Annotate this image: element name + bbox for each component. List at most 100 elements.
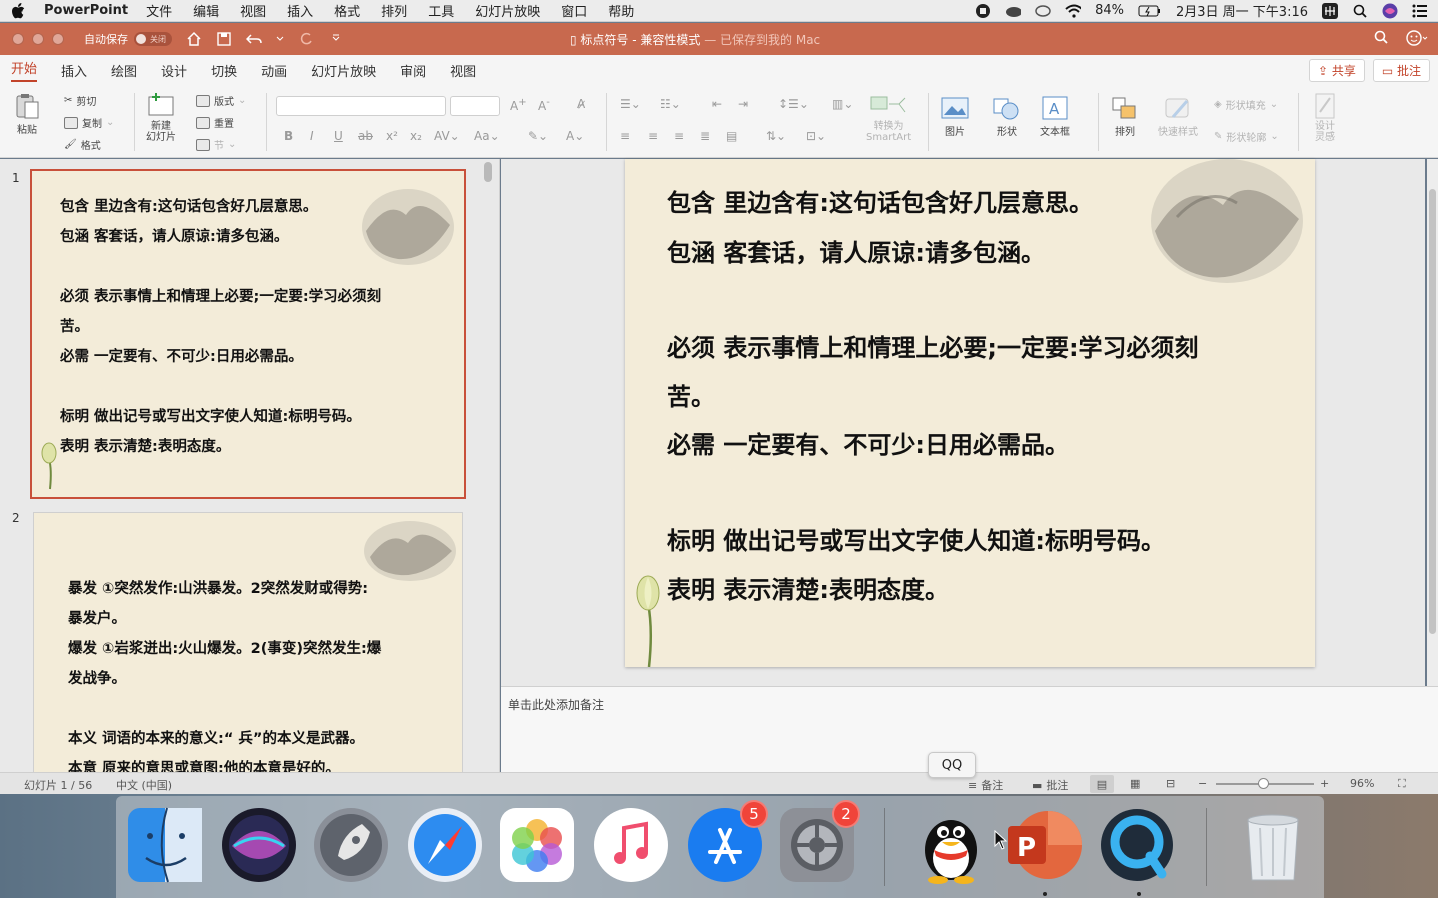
arrange-button[interactable]: 排列: [1110, 93, 1140, 138]
save-icon[interactable]: [216, 31, 232, 47]
line-spacing-icon[interactable]: ↕☰⌄: [778, 97, 809, 111]
convert-smartart-button[interactable]: 转换为 SmartArt: [866, 93, 911, 143]
thumbnail-scrollbar[interactable]: [484, 162, 492, 182]
decrease-indent-icon[interactable]: ⇤: [712, 97, 722, 111]
share-button[interactable]: ⇪ 共享: [1308, 58, 1365, 82]
trash-icon[interactable]: [1234, 806, 1312, 884]
qq-penguin-icon[interactable]: [912, 806, 990, 884]
tab-home[interactable]: 开始: [11, 58, 38, 82]
cloud-icon[interactable]: [1005, 3, 1022, 19]
undo-icon[interactable]: [246, 31, 262, 47]
menu-insert[interactable]: 插入: [287, 1, 313, 20]
menu-window[interactable]: 窗口: [561, 1, 587, 20]
font-size-select[interactable]: [450, 96, 500, 116]
slide-text-line[interactable]: 必须 表示事情上和情理上必要;一定要:学习必须刻: [667, 328, 1199, 363]
reset-button[interactable]: 重置: [196, 115, 234, 130]
notes-placeholder[interactable]: 单击此处添加备注: [508, 696, 604, 713]
columns-icon[interactable]: ▥⌄: [832, 97, 853, 111]
notes-toggle-button[interactable]: ≡ 备注: [968, 777, 1003, 793]
picture-button[interactable]: 图片: [940, 93, 970, 138]
menu-view[interactable]: 视图: [240, 1, 266, 20]
slide-text-line[interactable]: 表明 表示清楚:表明态度。: [667, 570, 949, 605]
numbering-icon[interactable]: ☷⌄: [660, 97, 681, 111]
quick-styles-button[interactable]: 快速样式: [1158, 93, 1198, 138]
justify-icon[interactable]: ≣: [700, 129, 710, 143]
highlight-icon[interactable]: ✎⌄: [528, 129, 548, 143]
launchpad-icon[interactable]: [312, 806, 390, 884]
tab-insert[interactable]: 插入: [61, 61, 87, 80]
slide-text-line[interactable]: 包含 里边含有:这句话包含好几层意思。: [667, 183, 1093, 218]
menu-arrange[interactable]: 排列: [381, 1, 407, 20]
character-spacing-icon[interactable]: AV⌄: [434, 129, 460, 143]
comments-button[interactable]: ▭ 批注: [1372, 58, 1430, 82]
slide-thumbnail-2[interactable]: 暴发 ①突然发作:山洪暴发。2突然发财或得势: 暴发户。 爆发 ①岩浆迸出:火山…: [33, 512, 463, 772]
slide-sorter-view-button[interactable]: ▦: [1130, 777, 1140, 790]
normal-view-button[interactable]: ▤: [1090, 775, 1114, 793]
align-center-icon[interactable]: ≡: [648, 129, 658, 143]
autosave-toggle[interactable]: 关闭: [134, 32, 172, 46]
clear-format-icon[interactable]: A̷: [577, 97, 585, 111]
decrease-font-icon[interactable]: A-: [538, 97, 550, 113]
language-indicator[interactable]: 中文 (中国): [116, 777, 172, 793]
zoom-slider-knob[interactable]: [1258, 778, 1269, 789]
slide-text-line[interactable]: 标明 做出记号或写出文字使人知道:标明号码。: [667, 521, 1165, 556]
photos-icon[interactable]: [498, 806, 576, 884]
align-left-icon[interactable]: ≡: [620, 129, 630, 143]
section-button[interactable]: 节 ⌄: [196, 137, 236, 152]
siri-icon[interactable]: [1382, 3, 1398, 19]
fit-to-window-icon[interactable]: ⛶: [1398, 777, 1406, 791]
tab-draw[interactable]: 绘图: [111, 61, 137, 80]
editor-scrollbar[interactable]: [1427, 159, 1438, 686]
align-text-icon[interactable]: ⊡⌄: [806, 129, 826, 143]
zoom-in-button[interactable]: +: [1320, 777, 1329, 790]
siri-icon[interactable]: [220, 806, 298, 884]
comments-toggle-button[interactable]: ▬ 批注: [1032, 777, 1068, 793]
input-method-icon[interactable]: [1322, 2, 1338, 19]
search-icon[interactable]: [1374, 30, 1388, 49]
menu-slideshow[interactable]: 幻灯片放映: [475, 1, 540, 20]
zoom-window-button[interactable]: [52, 33, 64, 45]
current-slide[interactable]: 包含 里边含有:这句话包含好几层意思。 包涵 客套话，请人原谅:请多包涵。 必须…: [625, 159, 1315, 667]
underline-icon[interactable]: U: [334, 129, 343, 143]
menu-help[interactable]: 帮助: [608, 1, 634, 20]
tab-view[interactable]: 视图: [450, 61, 476, 80]
tab-slideshow[interactable]: 幻灯片放映: [311, 61, 376, 80]
cut-button[interactable]: ✂ 剪切: [64, 93, 96, 108]
zoom-level[interactable]: 96%: [1350, 777, 1374, 790]
format-painter-button[interactable]: 🖌 格式: [64, 137, 101, 152]
music-icon[interactable]: [592, 806, 670, 884]
shape-button[interactable]: 形状: [992, 93, 1022, 138]
record-icon[interactable]: [975, 3, 991, 19]
customize-toolbar-icon[interactable]: [328, 31, 344, 47]
bold-icon[interactable]: B: [284, 129, 293, 143]
slide-text-line[interactable]: 包涵 客套话，请人原谅:请多包涵。: [667, 233, 1045, 268]
shape-fill-button[interactable]: ◈ 形状填充 ⌄: [1214, 97, 1278, 112]
subscript-icon[interactable]: x₂: [410, 129, 422, 143]
font-name-select[interactable]: [276, 96, 446, 116]
notification-center-icon[interactable]: [1412, 3, 1428, 19]
editor-scroll-thumb[interactable]: [1429, 189, 1436, 634]
increase-font-icon[interactable]: A+: [510, 97, 527, 113]
apple-icon[interactable]: [10, 2, 26, 19]
quicktime-icon[interactable]: [1098, 806, 1176, 884]
slide-thumbnail-1[interactable]: 包含 里边含有:这句话包含好几层意思。 包涵 客套话，请人原谅:请多包涵。 必须…: [30, 169, 466, 499]
bullets-icon[interactable]: ☰⌄: [620, 97, 641, 111]
spotlight-search-icon[interactable]: [1352, 3, 1368, 19]
close-window-button[interactable]: [12, 33, 24, 45]
wifi-icon[interactable]: [1065, 3, 1082, 19]
tab-review[interactable]: 审阅: [400, 61, 426, 80]
layout-button[interactable]: 版式 ⌄: [196, 93, 246, 108]
presenter-view-button[interactable]: ⊟: [1166, 777, 1175, 790]
menu-file[interactable]: 文件: [146, 1, 172, 20]
home-icon[interactable]: [186, 31, 202, 47]
distributed-icon[interactable]: ▤: [726, 129, 737, 143]
designer-button[interactable]: 设计 灵感: [1310, 91, 1340, 143]
finder-icon[interactable]: [126, 806, 204, 884]
tab-design[interactable]: 设计: [161, 61, 187, 80]
change-case-icon[interactable]: Aa⌄: [474, 129, 500, 143]
shape-outline-button[interactable]: ✎ 形状轮廓 ⌄: [1214, 129, 1279, 144]
menu-tools[interactable]: 工具: [428, 1, 454, 20]
menu-edit[interactable]: 编辑: [193, 1, 219, 20]
italic-icon[interactable]: I: [310, 129, 314, 143]
vpn-icon[interactable]: [1035, 3, 1051, 19]
